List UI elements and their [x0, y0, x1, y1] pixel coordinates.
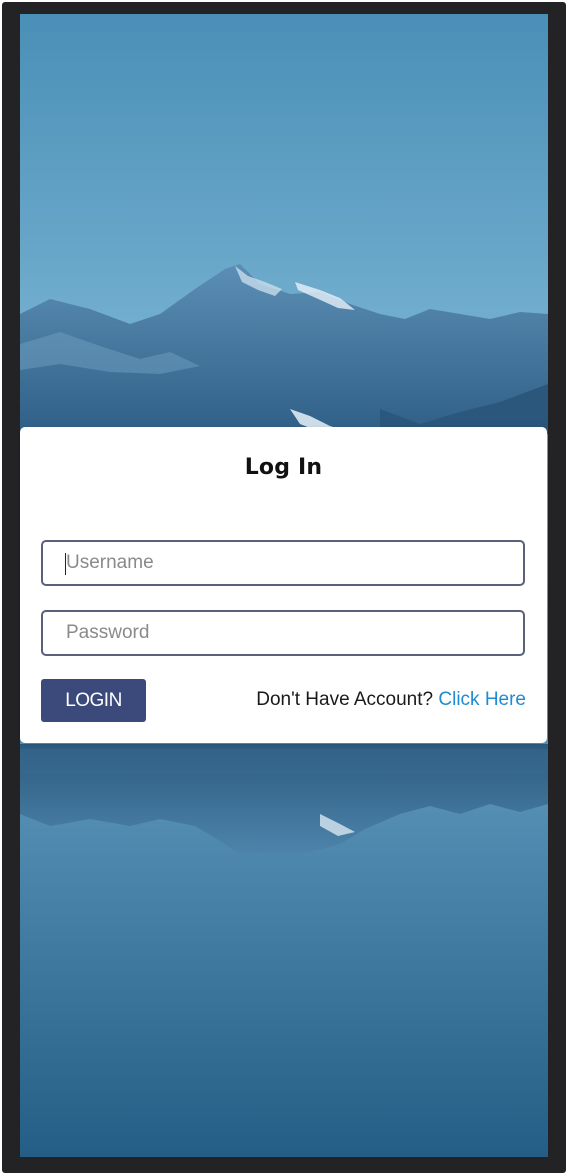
signup-prompt-text: Don't Have Account?: [256, 689, 434, 710]
login-card: Log In LOGIN Don't Have Account? Click H…: [20, 427, 547, 743]
signup-link[interactable]: Click Here: [438, 689, 526, 710]
signup-prompt-row: Don't Have Account? Click Here: [256, 689, 526, 711]
text-cursor: [65, 553, 66, 575]
login-button[interactable]: LOGIN: [41, 679, 146, 722]
username-input[interactable]: [41, 540, 525, 586]
password-input[interactable]: [41, 610, 525, 656]
login-title: Log In: [244, 455, 323, 480]
